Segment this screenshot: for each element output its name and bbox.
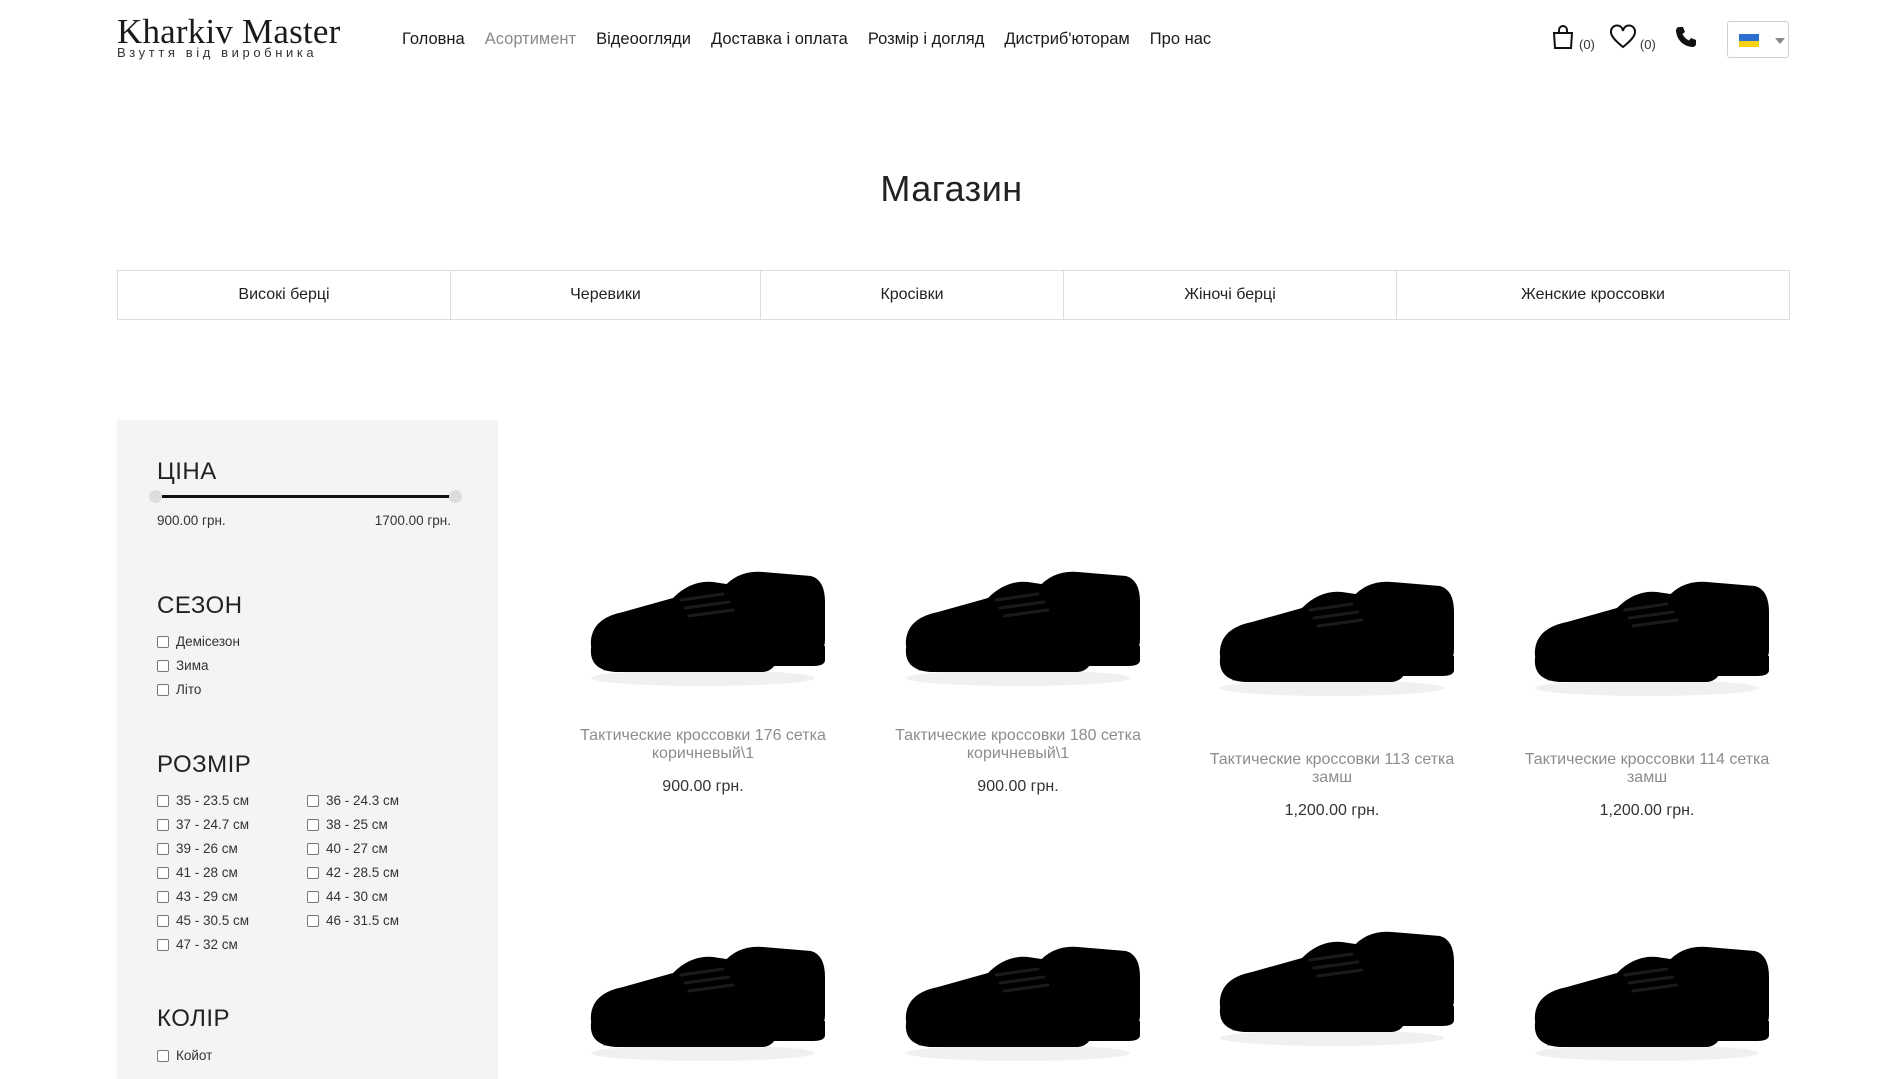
checkbox[interactable] <box>157 866 169 879</box>
checkbox[interactable] <box>307 866 319 879</box>
product-name[interactable]: Тактические кроссовки 176 сетка коричневы… <box>563 727 843 763</box>
product-price: 1,200.00 грн. <box>1599 802 1695 819</box>
filter-sidebar: ЦІНА 900.00 грн. 1700.00 грн. СЕЗОН Демі… <box>117 420 498 1079</box>
size-option[interactable]: 47 - 32 см <box>157 937 238 952</box>
category-sneakers[interactable]: Кросівки <box>761 271 1064 319</box>
nav-item-home[interactable]: Головна <box>402 30 465 49</box>
nav-item-distributors[interactable]: Дистриб'юторам <box>1004 30 1129 49</box>
color-filter-title: КОЛІР <box>157 1005 231 1032</box>
season-option[interactable]: Зима <box>157 658 208 673</box>
checkbox[interactable] <box>307 818 319 831</box>
color-option[interactable]: Койот <box>157 1048 212 1063</box>
product-name[interactable]: Тактические кроссовки 180 сетка коричневы… <box>878 727 1158 763</box>
size-option[interactable]: 37 - 24.7 см <box>157 817 249 832</box>
category-tabs: Високі берці Черевики Кросівки Жіночі бе… <box>117 270 1790 320</box>
shopping-bag-icon <box>1552 25 1574 49</box>
chevron-down-icon <box>1775 38 1785 44</box>
nav-item-about[interactable]: Про нас <box>1150 30 1211 49</box>
language-select[interactable] <box>1727 21 1789 58</box>
checkbox[interactable] <box>307 914 319 927</box>
checkbox[interactable] <box>157 938 169 951</box>
season-option[interactable]: Демісезон <box>157 634 240 649</box>
product-image[interactable]: .p4 .upper{fill:#a9825a}.p4 .upper2{fill… <box>1507 520 1787 720</box>
wishlist-button[interactable]: (0) <box>1609 24 1656 52</box>
product-price: 900.00 грн. <box>977 778 1059 795</box>
product-image[interactable]: .p8 .upper{fill:#6a654e}.p8 .upper2{fill… <box>1507 885 1787 1079</box>
size-option[interactable]: 41 - 28 см <box>157 865 238 880</box>
category-shoes[interactable]: Черевики <box>451 271 761 319</box>
category-high-boots[interactable]: Високі берці <box>118 271 451 319</box>
category-womens-sneakers[interactable]: Женские кроссовки <box>1397 271 1789 319</box>
header-actions: (0) (0) <box>1550 24 1698 52</box>
product-image[interactable]: .p7 .upper{fill:#262626}.p7 .upper2{fill… <box>1192 870 1472 1070</box>
nav-item-size-care[interactable]: Розмір і догляд <box>868 30 985 49</box>
size-option[interactable]: 43 - 29 см <box>157 889 238 904</box>
product-name[interactable]: Тактические кроссовки 114 сетка замш <box>1507 751 1787 787</box>
cart-button[interactable]: (0) <box>1550 24 1595 52</box>
product-image[interactable]: .p5 .upper{fill:#a47c52}.p5 .upper2{fill… <box>563 885 843 1079</box>
size-option[interactable]: 38 - 25 см <box>307 817 388 832</box>
size-option[interactable]: 44 - 30 см <box>307 889 388 904</box>
checkbox[interactable] <box>307 842 319 855</box>
ukraine-flag-icon <box>1739 34 1759 47</box>
checkbox[interactable] <box>157 659 169 672</box>
price-min-label: 900.00 грн. <box>157 513 226 528</box>
main-nav: Головна Асортимент Відеоогляди Доставка … <box>402 30 1231 49</box>
product-image[interactable]: .p1 .upper{fill:#6f6452}.p1 .upper2{fill… <box>563 510 843 710</box>
price-filter-title: ЦІНА <box>157 458 217 485</box>
product-image[interactable]: .p2 .upper{fill:#6b5c48}.p2 .upper2{fill… <box>878 510 1158 710</box>
price-min-handle[interactable] <box>149 490 162 503</box>
size-option[interactable]: 39 - 26 см <box>157 841 238 856</box>
nav-item-video-reviews[interactable]: Відеоогляди <box>596 30 691 49</box>
price-max-label: 1700.00 грн. <box>374 513 451 528</box>
size-option[interactable]: 45 - 30.5 см <box>157 913 249 928</box>
checkbox[interactable] <box>157 914 169 927</box>
nav-item-assortment[interactable]: Асортимент <box>485 30 576 49</box>
size-option[interactable]: 40 - 27 см <box>307 841 388 856</box>
category-womens-boots[interactable]: Жіночі берці <box>1064 271 1397 319</box>
site-header: Kharkiv Master Взуття від виробника Голо… <box>0 0 1903 80</box>
price-range-track[interactable] <box>162 495 460 498</box>
size-option[interactable]: 46 - 31.5 см <box>307 913 399 928</box>
checkbox[interactable] <box>307 890 319 903</box>
product-price: 900.00 грн. <box>662 778 744 795</box>
checkbox[interactable] <box>157 683 169 696</box>
wishlist-count: (0) <box>1639 37 1656 52</box>
checkbox[interactable] <box>157 890 169 903</box>
checkbox[interactable] <box>157 635 169 648</box>
checkbox[interactable] <box>307 794 319 807</box>
nav-item-delivery[interactable]: Доставка і оплата <box>711 30 848 49</box>
product-image[interactable]: .p3 .upper{fill:#b08a5e}.p3 .upper2{fill… <box>1192 520 1472 720</box>
price-max-handle[interactable] <box>449 490 462 503</box>
product-price: 1,200.00 грн. <box>1284 802 1380 819</box>
size-filter-title: РОЗМІР <box>157 751 252 778</box>
season-option[interactable]: Літо <box>157 682 201 697</box>
logo-subtitle: Взуття від виробника <box>117 45 318 60</box>
size-option[interactable]: 35 - 23.5 см <box>157 793 249 808</box>
checkbox[interactable] <box>157 794 169 807</box>
product-image[interactable]: .p6 .upper{fill:#a47c52}.p6 .upper2{fill… <box>878 885 1158 1079</box>
phone-icon <box>1675 27 1696 47</box>
heart-icon <box>1609 24 1636 49</box>
page-title: Магазин <box>880 168 1023 209</box>
checkbox[interactable] <box>157 1049 169 1062</box>
product-name[interactable]: Тактические кроссовки 113 сетка замш <box>1192 751 1472 787</box>
phone-button[interactable] <box>1674 25 1698 49</box>
season-filter-title: СЕЗОН <box>157 592 243 619</box>
cart-count: (0) <box>1579 37 1595 52</box>
size-option[interactable]: 42 - 28.5 см <box>307 865 399 880</box>
checkbox[interactable] <box>157 818 169 831</box>
checkbox[interactable] <box>157 842 169 855</box>
size-option[interactable]: 36 - 24.3 см <box>307 793 399 808</box>
logo[interactable]: Kharkiv Master Взуття від виробника <box>117 14 340 60</box>
